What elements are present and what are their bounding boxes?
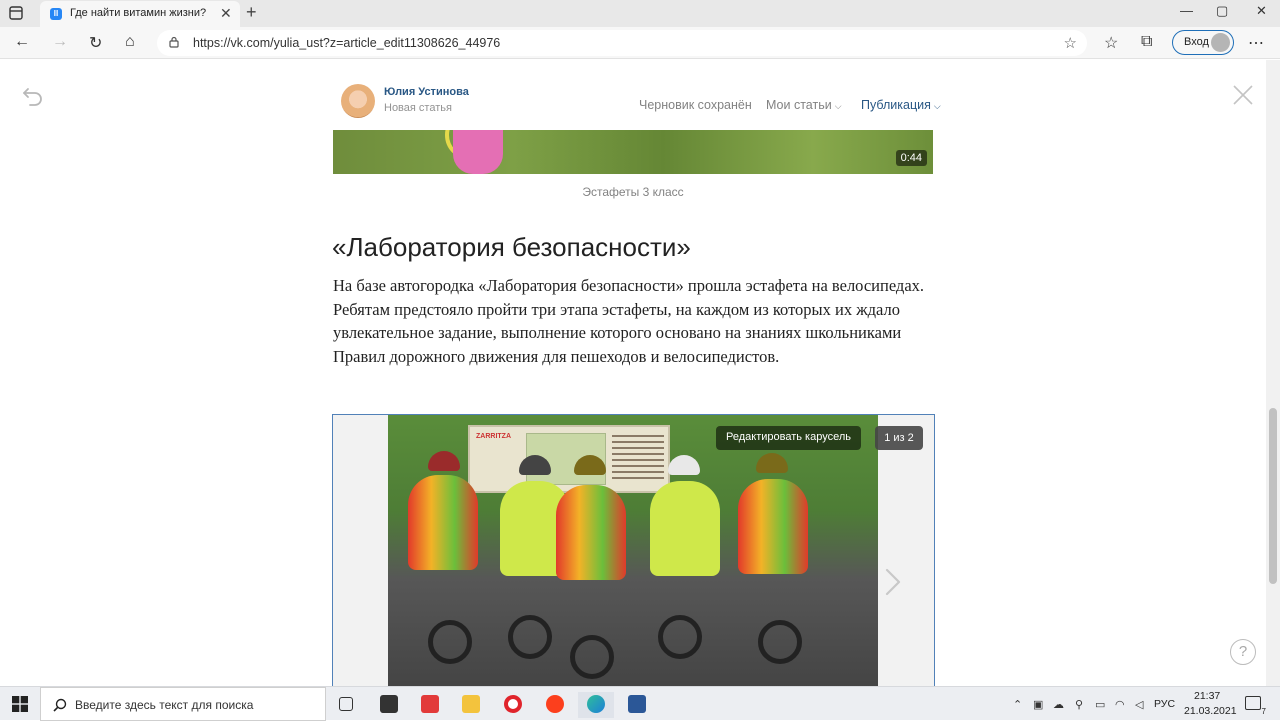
- page-scrollbar[interactable]: [1266, 60, 1280, 686]
- carousel-photo[interactable]: ZARRITZA: [388, 415, 878, 688]
- bike-wheel: [658, 615, 702, 659]
- chevron-up-icon[interactable]: ⌃: [1013, 698, 1022, 711]
- help-icon[interactable]: ?: [1230, 639, 1256, 665]
- draft-saved-status: Черновик сохранён: [639, 98, 752, 112]
- photo-carousel[interactable]: ZARRITZA Редактировать карусель 1 из 2: [332, 414, 935, 688]
- chevron-right-icon[interactable]: [881, 567, 905, 597]
- photo-signboard: ZARRITZA: [468, 425, 670, 493]
- opera-icon[interactable]: [495, 692, 531, 718]
- maximize-icon[interactable]: ▢: [1216, 3, 1228, 19]
- window-close-icon[interactable]: ✕: [1256, 3, 1267, 19]
- signin-button[interactable]: Вход: [1172, 30, 1234, 55]
- battery-icon[interactable]: ▭: [1095, 698, 1105, 711]
- new-tab-icon[interactable]: +: [246, 2, 257, 23]
- child-figure: [408, 475, 478, 570]
- child-figure: [556, 485, 626, 580]
- forward-arrow-icon[interactable]: →: [52, 33, 68, 51]
- signin-label: Вход: [1184, 36, 1209, 48]
- clock-time[interactable]: 21:37: [1194, 690, 1220, 702]
- tray-app-icon[interactable]: ▣: [1033, 698, 1043, 711]
- wifi-icon[interactable]: ◠: [1115, 698, 1125, 711]
- red-app-icon[interactable]: [412, 692, 448, 718]
- article-paragraph[interactable]: На базе автогородка «Лаборатория безопас…: [333, 274, 933, 368]
- refresh-icon[interactable]: ↻: [89, 33, 102, 53]
- carousel-counter: 1 из 2: [875, 426, 923, 450]
- bike-wheel: [570, 635, 614, 679]
- taskbar-search[interactable]: Введите здесь текст для поиска: [40, 687, 326, 721]
- publish-menu[interactable]: Публикация ⌵: [861, 98, 941, 112]
- helmet: [756, 453, 788, 473]
- profile-avatar-icon: [1211, 33, 1230, 52]
- undo-arrow-icon[interactable]: [22, 84, 44, 106]
- my-articles-label: Мои статьи: [766, 98, 832, 112]
- browser-tab-strip: II Где найти витамин жизни? ✕ + — ▢ ✕: [0, 0, 1280, 27]
- collections-icon[interactable]: ⧉: [1141, 33, 1152, 51]
- volume-icon[interactable]: ◁: [1135, 698, 1143, 711]
- tab-close-icon[interactable]: ✕: [220, 5, 232, 22]
- tab-actions-icon[interactable]: [8, 5, 24, 21]
- windows-taskbar: Введите здесь текст для поиска ⌃ ▣ ☁ ⚲ ▭…: [0, 686, 1280, 721]
- address-bar[interactable]: https://vk.com/yulia_ust?z=article_edit1…: [157, 30, 1087, 56]
- url-text: https://vk.com/yulia_ust?z=article_edit1…: [193, 36, 501, 50]
- input-language[interactable]: РУС: [1154, 698, 1175, 710]
- bike-wheel: [508, 615, 552, 659]
- yandex-browser-icon[interactable]: [537, 692, 573, 718]
- file-explorer-icon[interactable]: [453, 692, 489, 718]
- scrollbar-thumb[interactable]: [1269, 408, 1277, 584]
- child-figure: [650, 481, 720, 576]
- word-icon[interactable]: [619, 692, 655, 718]
- chevron-down-icon: ⌵: [834, 101, 842, 111]
- chevron-down-icon: ⌵: [933, 101, 941, 111]
- task-view-icon[interactable]: [328, 692, 364, 718]
- author-name[interactable]: Юлия Устинова: [384, 86, 469, 98]
- search-placeholder: Введите здесь текст для поиска: [75, 698, 254, 712]
- helmet: [428, 451, 460, 471]
- notifications-icon[interactable]: 7: [1245, 696, 1266, 716]
- publish-label: Публикация: [861, 98, 931, 112]
- clock-date[interactable]: 21.03.2021: [1184, 705, 1237, 717]
- bike-wheel: [428, 620, 472, 664]
- notification-count: 7: [1261, 707, 1266, 716]
- add-favorite-icon[interactable]: ☆: [1064, 34, 1077, 52]
- video-figure: [453, 130, 503, 174]
- onedrive-icon[interactable]: ☁: [1053, 698, 1064, 711]
- tab-title: Где найти витамин жизни?: [70, 7, 207, 19]
- location-icon[interactable]: ⚲: [1075, 698, 1083, 711]
- vk-favicon-icon: II: [50, 8, 62, 20]
- article-heading[interactable]: «Лаборатория безопасности»: [332, 232, 691, 263]
- edge-icon[interactable]: [578, 692, 614, 718]
- child-figure: [738, 479, 808, 574]
- close-editor-icon[interactable]: [1232, 84, 1254, 106]
- home-icon[interactable]: ⌂: [125, 33, 135, 51]
- search-icon: [53, 698, 67, 712]
- back-arrow-icon[interactable]: ←: [14, 33, 30, 51]
- windows-start-icon[interactable]: [12, 696, 28, 712]
- signboard-brand: ZARRITZA: [476, 433, 511, 440]
- browser-tab[interactable]: II Где найти витамин жизни? ✕: [40, 1, 240, 27]
- favorites-icon[interactable]: ☆: [1104, 33, 1118, 53]
- store-icon[interactable]: [371, 692, 407, 718]
- browser-toolbar: ← → ↻ ⌂ https://vk.com/yulia_ust?z=artic…: [0, 27, 1280, 59]
- video-caption[interactable]: Эстафеты 3 класс: [333, 185, 933, 199]
- video-player[interactable]: 0:44: [333, 130, 933, 174]
- minimize-icon[interactable]: —: [1180, 3, 1193, 18]
- signboard-text: [612, 435, 664, 483]
- my-articles-menu[interactable]: Мои статьи ⌵: [766, 98, 842, 112]
- lock-icon: [169, 36, 179, 48]
- video-duration: 0:44: [895, 150, 927, 166]
- helmet: [668, 455, 700, 475]
- author-avatar[interactable]: [341, 84, 375, 118]
- edit-carousel-button[interactable]: Редактировать карусель: [716, 426, 861, 450]
- more-menu-icon[interactable]: ⋯: [1248, 33, 1264, 53]
- article-status: Новая статья: [384, 102, 452, 114]
- bike-wheel: [758, 620, 802, 664]
